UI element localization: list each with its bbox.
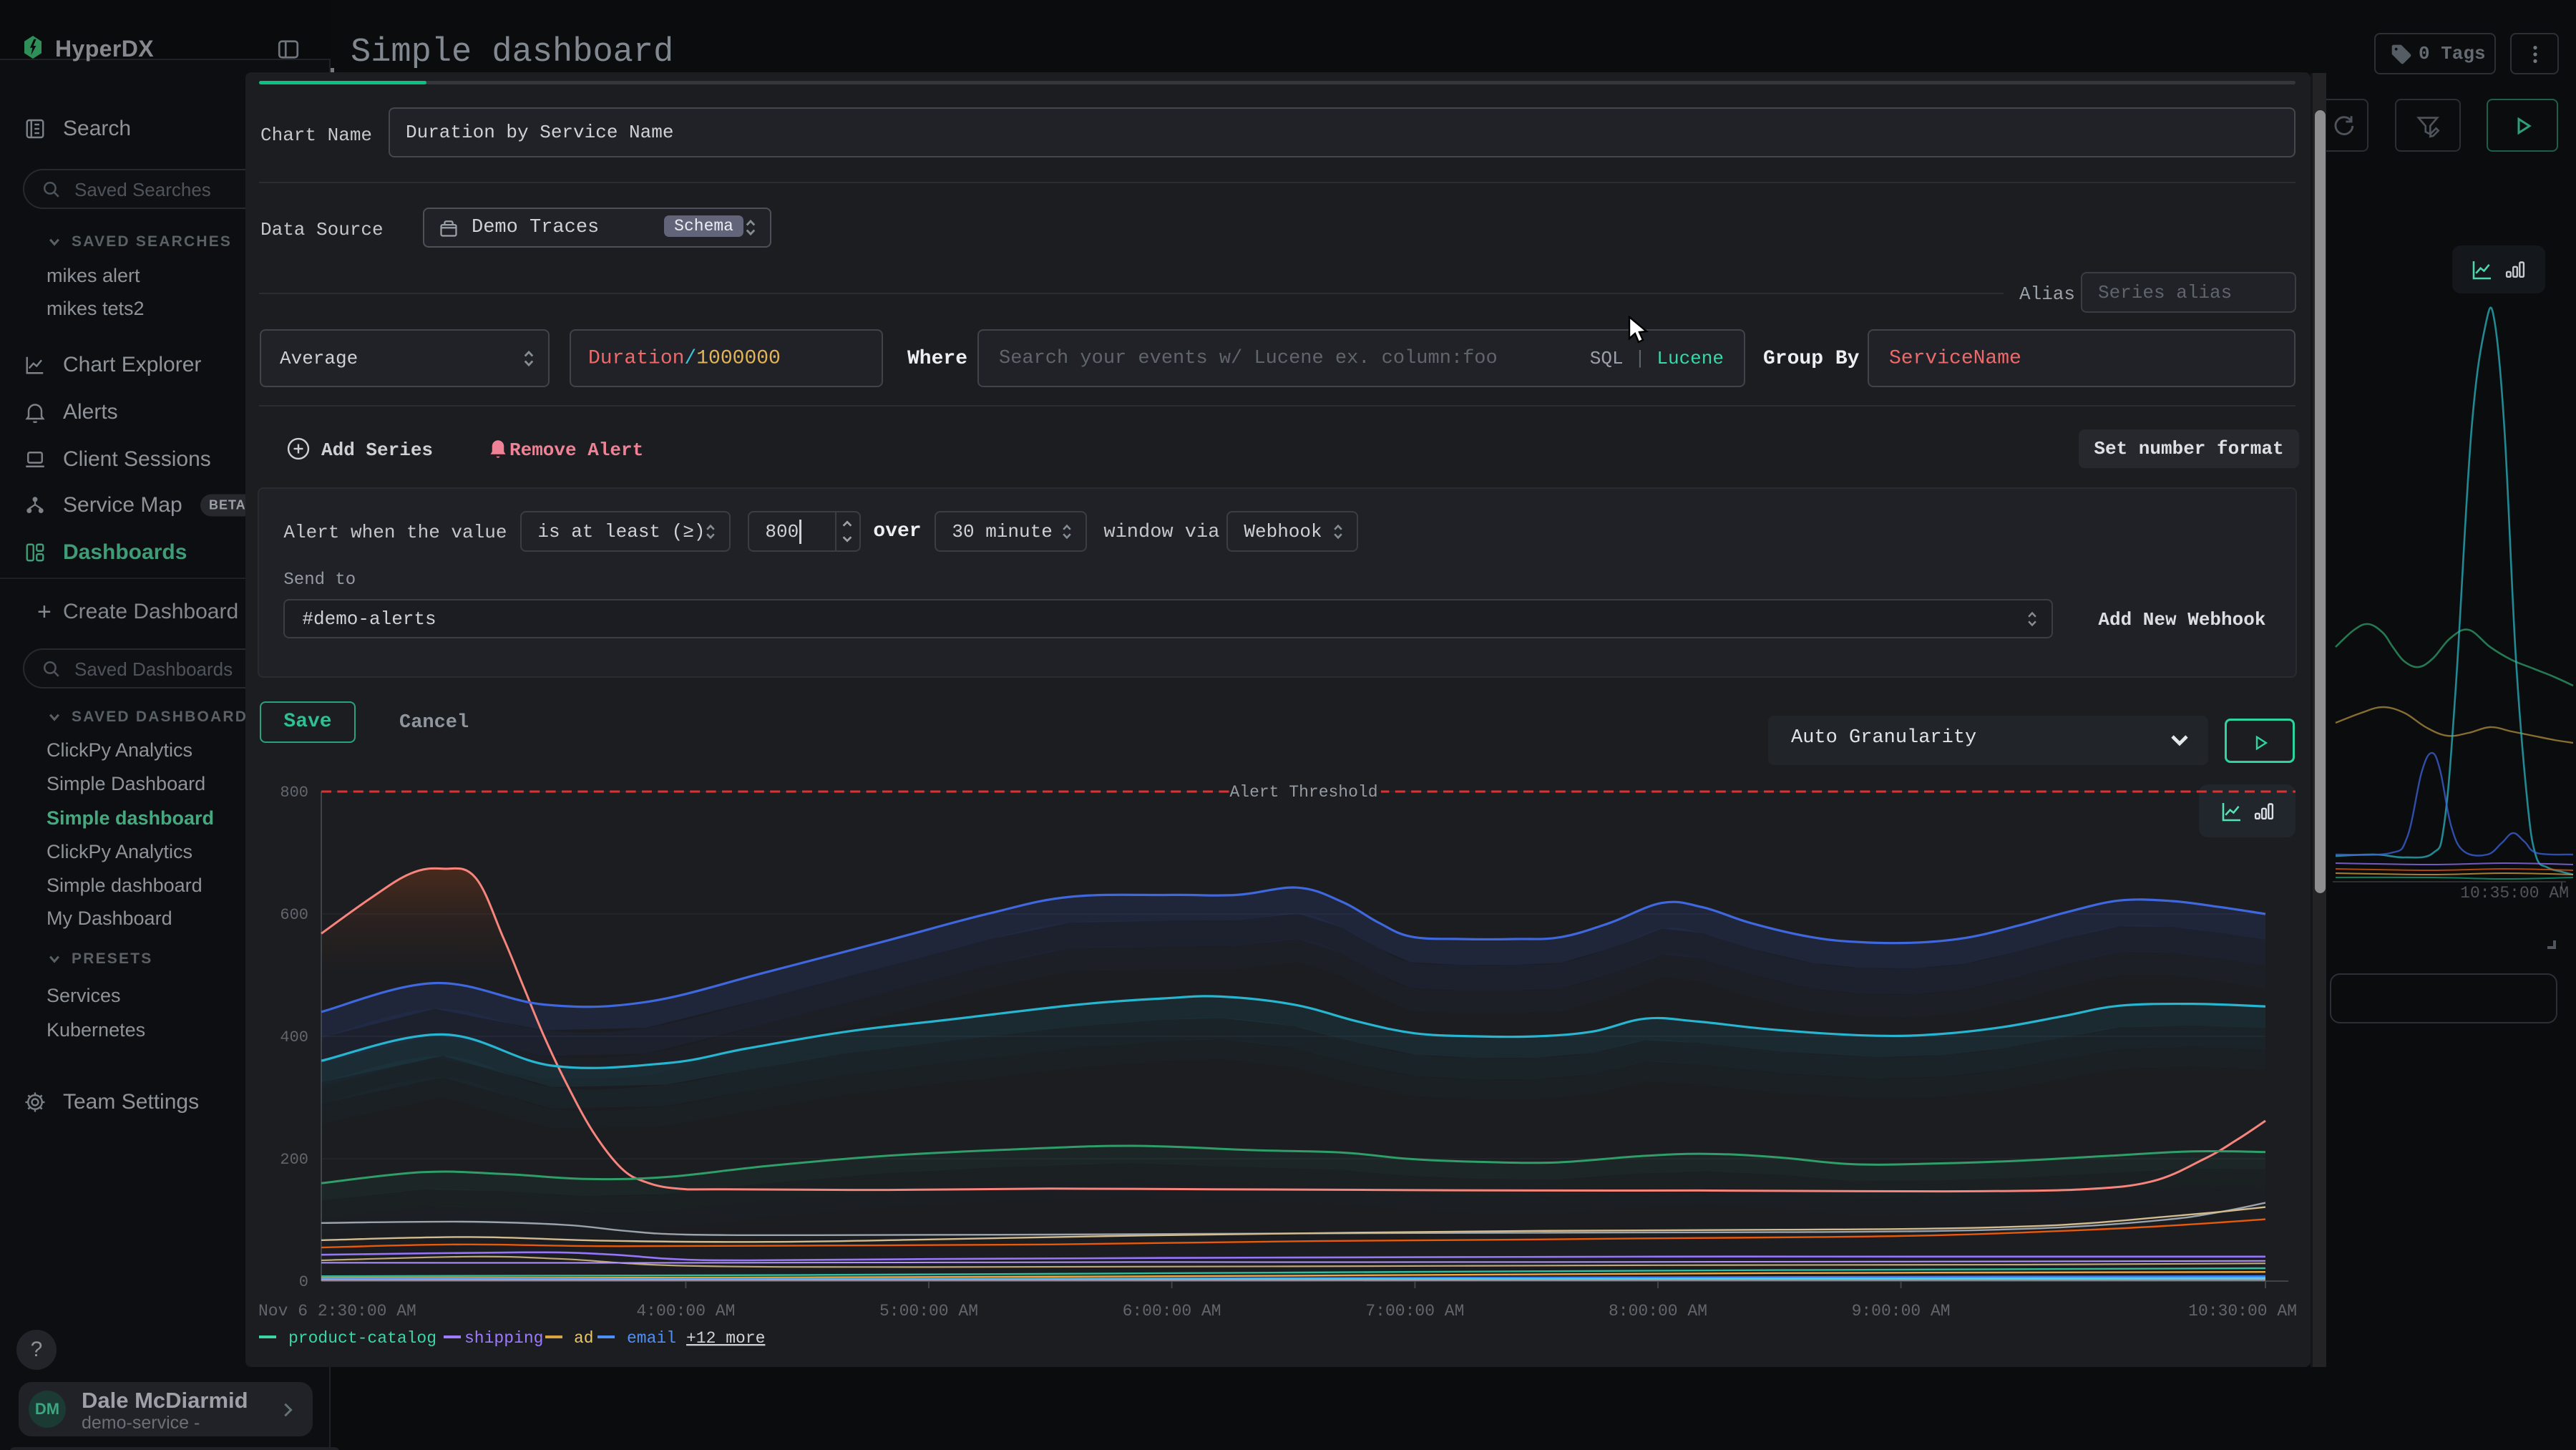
svg-text:600: 600 [280,906,308,924]
svg-text:9:00:00 AM: 9:00:00 AM [1852,1302,1951,1320]
svg-text:200: 200 [280,1151,308,1169]
svg-text:400: 400 [280,1028,308,1046]
svg-text:+12 more: +12 more [686,1329,765,1348]
svg-text:Nov 6 2:30:00 AM: Nov 6 2:30:00 AM [258,1302,416,1320]
svg-text:product-catalog: product-catalog [288,1329,436,1348]
svg-text:8:00:00 AM: 8:00:00 AM [1609,1302,1707,1320]
svg-text:4:00:00 AM: 4:00:00 AM [636,1302,735,1320]
svg-text:7:00:00 AM: 7:00:00 AM [1365,1302,1464,1320]
svg-text:10:35:00 AM: 10:35:00 AM [2460,884,2569,902]
svg-text:6:00:00 AM: 6:00:00 AM [1123,1302,1221,1320]
svg-text:ad: ad [574,1329,594,1348]
svg-text:5:00:00 AM: 5:00:00 AM [879,1302,978,1320]
svg-text:0: 0 [299,1273,308,1291]
svg-text:Alert Threshold: Alert Threshold [1229,783,1377,802]
svg-text:shipping: shipping [464,1329,543,1348]
svg-text:800: 800 [280,784,308,802]
svg-text:10:30:00 AM: 10:30:00 AM [2188,1302,2297,1320]
svg-text:email: email [627,1329,676,1348]
